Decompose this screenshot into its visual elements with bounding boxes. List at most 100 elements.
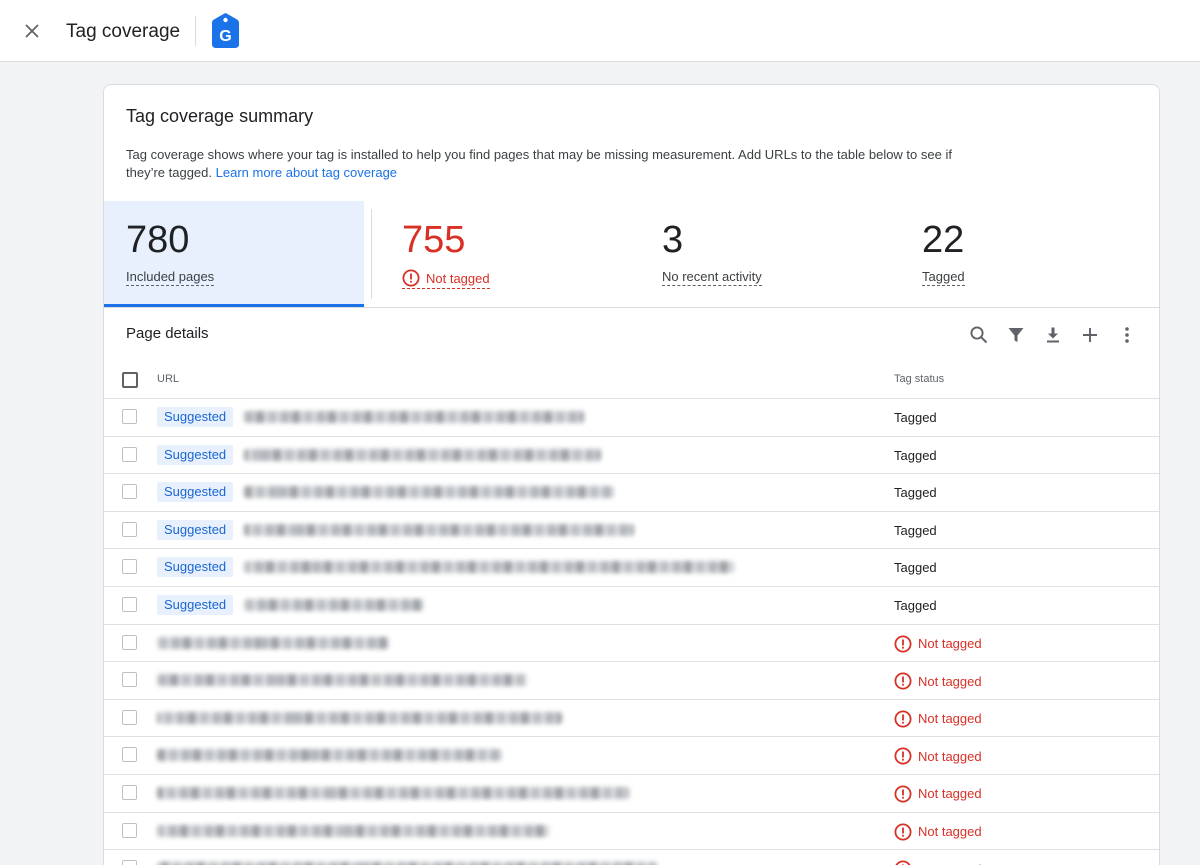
- row-checkbox[interactable]: [122, 596, 137, 612]
- table-body: Suggested Tagged Suggested Tagged Suggested T…: [104, 399, 1159, 865]
- url-redacted[interactable]: [244, 486, 614, 499]
- select-all-checkbox[interactable]: [122, 372, 138, 388]
- table-row[interactable]: Suggested Tagged: [104, 512, 1159, 550]
- row-checkbox[interactable]: [122, 409, 137, 424]
- url-redacted[interactable]: [157, 749, 502, 762]
- summary-title: Tag coverage summary: [126, 106, 314, 126]
- url-redacted[interactable]: [244, 411, 584, 423]
- table-row[interactable]: Not tagged: [104, 737, 1159, 775]
- table-row[interactable]: Suggested Tagged: [104, 549, 1159, 587]
- table-row[interactable]: Suggested Tagged: [104, 437, 1159, 475]
- close-button[interactable]: [20, 19, 44, 43]
- table-header: URL Tag status: [104, 361, 1159, 399]
- table-row[interactable]: Not tagged: [104, 775, 1159, 813]
- metric-label: Included pages: [126, 269, 215, 286]
- metric-included-pages[interactable]: 780 Included pages: [104, 201, 364, 307]
- url-redacted[interactable]: [157, 636, 389, 649]
- row-checkbox[interactable]: [122, 559, 137, 575]
- google-tag-logo-icon: G: [212, 13, 239, 48]
- error-icon: [894, 710, 912, 728]
- url-redacted[interactable]: [157, 674, 527, 687]
- url-redacted[interactable]: [157, 786, 629, 799]
- row-checkbox[interactable]: [122, 822, 137, 838]
- metric-label: Tagged: [922, 269, 965, 286]
- table-row[interactable]: Suggested Tagged: [104, 399, 1159, 437]
- suggested-chip: Suggested: [157, 519, 234, 540]
- row-checkbox[interactable]: [122, 634, 137, 650]
- metric-label-wrap: Not tagged: [402, 269, 490, 289]
- error-icon: [895, 860, 911, 865]
- top-bar: Tag coverage G: [0, 0, 1200, 62]
- download-icon: [1047, 327, 1059, 343]
- page-details-title: Page details: [126, 325, 209, 342]
- more-options-button[interactable]: [1115, 323, 1139, 347]
- download-button[interactable]: [1041, 323, 1065, 347]
- metric-label: Not tagged: [426, 270, 490, 286]
- url-redacted[interactable]: [244, 448, 601, 461]
- suggested-chip: Suggested: [157, 594, 234, 615]
- search-button[interactable]: [967, 323, 991, 347]
- tag-status: Tagged: [894, 447, 937, 463]
- error-icon: [894, 747, 912, 765]
- tag-status: Tagged: [894, 410, 937, 425]
- error-icon: [402, 269, 420, 287]
- metric-not-tagged[interactable]: 755 Not tagged: [380, 201, 640, 307]
- row-checkbox[interactable]: [122, 747, 137, 763]
- metric-no-recent-activity[interactable]: 3 No recent activity: [640, 201, 900, 307]
- metric-tagged[interactable]: 22 Tagged: [900, 201, 1159, 307]
- row-checkbox[interactable]: [122, 860, 137, 865]
- row-checkbox[interactable]: [122, 446, 137, 462]
- url-redacted[interactable]: [157, 824, 549, 837]
- row-checkbox[interactable]: [122, 709, 137, 725]
- suggested-chip: Suggested: [157, 482, 234, 503]
- tag-coverage-card: Tag coverage summary Tag coverage shows …: [103, 84, 1160, 865]
- url-redacted[interactable]: [244, 523, 634, 536]
- table-row[interactable]: Not tagged: [104, 700, 1159, 738]
- error-icon: [894, 672, 912, 690]
- tag-status: Not tagged: [894, 823, 982, 841]
- row-checkbox[interactable]: [122, 672, 137, 688]
- table-row[interactable]: Not tagged: [104, 850, 1159, 865]
- metrics-divider: [104, 307, 1159, 308]
- error-icon: [894, 785, 912, 803]
- metric-value: 22: [922, 219, 965, 261]
- url-column-header[interactable]: URL: [157, 373, 179, 385]
- table-row[interactable]: Not tagged: [104, 625, 1159, 663]
- filter-button[interactable]: [1004, 323, 1028, 347]
- row-checkbox[interactable]: [122, 521, 137, 537]
- table-row[interactable]: Suggested Tagged: [104, 474, 1159, 512]
- tag-status-label: Not tagged: [918, 636, 982, 652]
- tag-status: Not tagged: [894, 635, 982, 653]
- tag-status-label: Not tagged: [918, 673, 982, 689]
- tag-status: Not tagged: [894, 710, 982, 728]
- tag-status: Not tagged: [894, 860, 982, 865]
- divider: [195, 16, 196, 46]
- table-row[interactable]: Not tagged: [104, 662, 1159, 700]
- tag-status: Tagged: [894, 522, 937, 538]
- app-title: Tag coverage: [66, 21, 181, 42]
- suggested-chip: Suggested: [157, 407, 234, 427]
- error-icon: [894, 823, 912, 841]
- table-row[interactable]: Not tagged: [104, 813, 1159, 851]
- tag-status: Not tagged: [894, 747, 982, 765]
- table-row[interactable]: Suggested Tagged: [104, 587, 1159, 625]
- tag-status-label: Not tagged: [918, 786, 982, 802]
- url-redacted[interactable]: [157, 711, 562, 724]
- suggested-chip: Suggested: [157, 557, 234, 578]
- learn-more-link[interactable]: Learn more about tag coverage: [216, 165, 397, 180]
- url-redacted[interactable]: [244, 561, 734, 574]
- add-button[interactable]: [1078, 323, 1102, 347]
- metric-divider: [371, 209, 372, 299]
- logo-letter: G: [219, 28, 231, 45]
- add-icon: [1083, 328, 1097, 342]
- tag-status: Not tagged: [894, 785, 982, 803]
- summary-description: Tag coverage shows where your tag is ins…: [126, 146, 966, 182]
- url-redacted[interactable]: [244, 598, 424, 611]
- close-icon: [25, 24, 39, 38]
- search-icon: [970, 326, 988, 344]
- row-checkbox[interactable]: [122, 484, 137, 500]
- row-checkbox[interactable]: [122, 784, 137, 800]
- table-toolbar: [967, 323, 1139, 347]
- tag-status-column-header[interactable]: Tag status: [894, 373, 944, 385]
- tag-status: Tagged: [894, 560, 937, 576]
